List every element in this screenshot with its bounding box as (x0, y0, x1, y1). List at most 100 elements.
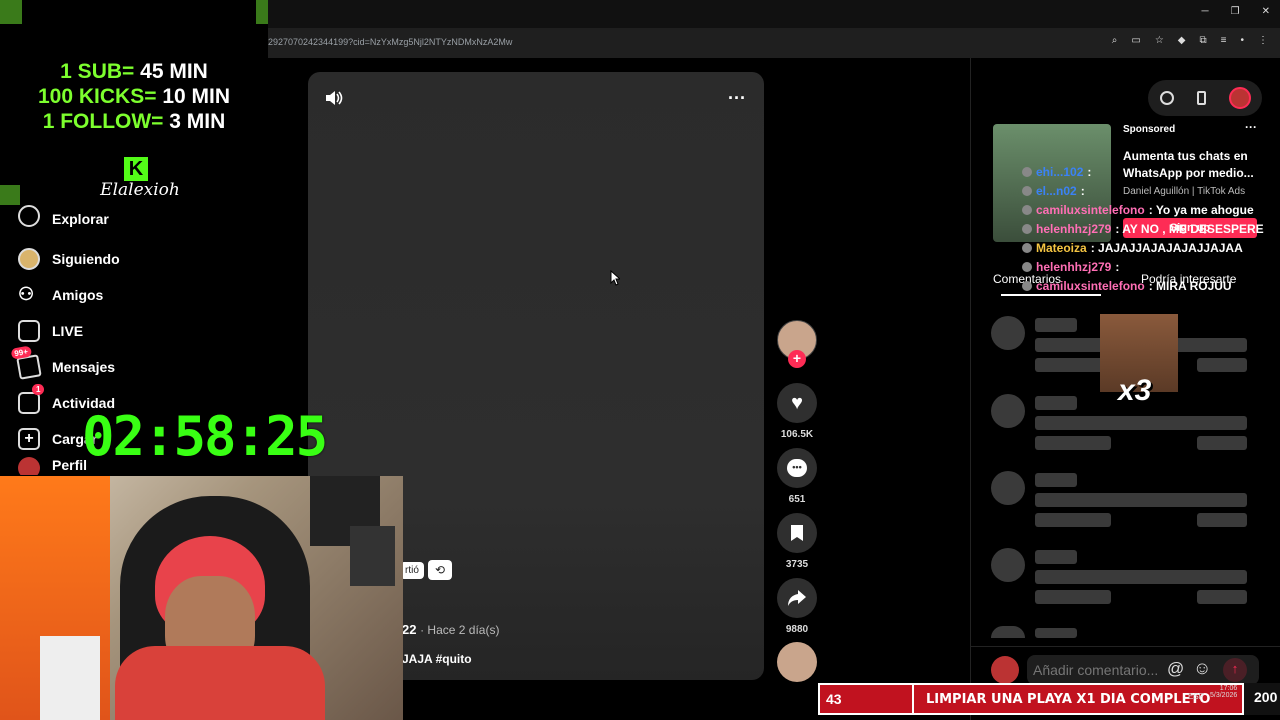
minimize-icon[interactable]: ─ (1202, 6, 1209, 17)
panel-toolbar (1148, 80, 1262, 116)
chat-user: camiluxsintelefono (1036, 279, 1145, 293)
profile-dot-icon[interactable]: • (1240, 35, 1244, 46)
like-count: 106.5K (780, 429, 814, 440)
skeleton-avatar (991, 316, 1025, 350)
sidebar-item-label: LIVE (52, 323, 84, 339)
chat-user: ehi...102 (1036, 165, 1084, 179)
compass-icon (18, 205, 40, 227)
restore-icon[interactable]: ❐ (1231, 6, 1240, 17)
user-avatar[interactable] (1228, 87, 1251, 109)
skeleton-avatar (991, 548, 1025, 582)
chat-line: helenhhzj279: (1022, 260, 1264, 274)
author-name[interactable]: 22 (402, 622, 416, 637)
chat-line: camiluxsintelefono: MIRA ROJUU (1022, 279, 1264, 293)
stream-goals-overlay: 1 SUB= 45 MIN 100 KICKS= 10 MIN 1 FOLLOW… (0, 0, 268, 205)
taskbar-time: 17:06 (1219, 685, 1238, 692)
messages-badge: 99+ (10, 345, 32, 360)
goal-line: 1 SUB= 45 MIN (0, 60, 268, 84)
chat-text: : JAJAJJAJAJAJAJJAJAA (1090, 241, 1243, 255)
emoji-icon[interactable]: ☺ (1193, 658, 1211, 679)
next-video-avatar[interactable] (777, 642, 817, 682)
skeleton-line (1197, 513, 1247, 527)
my-avatar (991, 656, 1019, 684)
skeleton-avatar (991, 626, 1025, 638)
stream-timer: 02:58:25 (82, 405, 328, 468)
sidebar-item-label: Siguiendo (52, 251, 120, 267)
corner-splash (0, 185, 20, 205)
message-icon: 99+ (10, 345, 42, 380)
skeleton-line (1035, 318, 1077, 332)
cast-icon[interactable]: ▭ (1131, 35, 1140, 46)
repost-icon[interactable]: ⟲ (428, 560, 452, 580)
comment-input[interactable] (1027, 655, 1167, 685)
mention-icon[interactable]: @ (1167, 659, 1184, 679)
avatar-icon (18, 248, 40, 270)
skeleton-line (1035, 590, 1111, 604)
ticker-left-number: 43 (826, 691, 842, 707)
sidebar-item-label: Amigos (52, 287, 104, 303)
save-button[interactable] (777, 513, 817, 553)
mouse-cursor (610, 269, 622, 286)
address-bar-icons: ⌕ ▭ ☆ ◆ ⧉ ≡ • ⋮ (1112, 35, 1268, 46)
skeleton-line (1035, 493, 1247, 507)
goal-label: 100 KICKS= (37, 85, 157, 108)
chat-line: ehi...102: (1022, 165, 1264, 179)
taskbar-lang[interactable]: ESP (1188, 692, 1204, 701)
comments-tab-underline (1001, 294, 1101, 296)
more-options-icon[interactable]: ··· (728, 88, 746, 109)
upload-icon: + (18, 428, 40, 450)
mobile-icon[interactable] (1196, 91, 1206, 105)
send-icon[interactable]: ↑ (1223, 658, 1247, 682)
goal-line: 100 KICKS= 10 MIN (0, 85, 268, 109)
share-count: 9880 (785, 624, 809, 635)
compass-icon[interactable] (1159, 91, 1174, 105)
time-ago: · Hace 2 día(s) (420, 623, 500, 637)
chat-user: Mateoiza (1036, 241, 1087, 255)
puzzle-icon[interactable]: ⧉ (1200, 35, 1207, 46)
sidebar-item-friends[interactable]: ⚇ Amigos (0, 277, 305, 313)
goal-label: 1 FOLLOW= (42, 110, 164, 133)
taskbar-clock[interactable]: 17:06 5/3/2026 (1210, 685, 1237, 699)
comment-bubble-icon: ••• (787, 459, 807, 477)
goal-line: 1 FOLLOW= 3 MIN (0, 110, 268, 134)
bookmark-icon (791, 525, 803, 541)
divider (971, 646, 1280, 647)
sidebar-item-label: Mensajes (52, 359, 116, 375)
red-shirt (115, 646, 325, 720)
skeleton-avatar (991, 394, 1025, 428)
figure-box (40, 636, 100, 720)
share-button[interactable] (777, 578, 817, 618)
skeleton-line (1035, 436, 1111, 450)
sidebar-item-following[interactable]: Siguiendo (0, 241, 305, 277)
chat-user: helenhhzj279 (1036, 260, 1112, 274)
extension-icon[interactable]: ◆ (1178, 35, 1186, 46)
like-button[interactable]: ♥ (777, 383, 817, 423)
poster (350, 526, 395, 586)
sidebar-item-explore[interactable]: Explorar (0, 205, 305, 227)
volume-icon[interactable] (324, 89, 344, 107)
sidebar-item-live[interactable]: LIVE (0, 313, 305, 349)
chat-text: : (1087, 165, 1092, 179)
comment-button[interactable]: ••• (777, 448, 817, 488)
comment-input-box[interactable]: @ ☺ ↑ (1027, 655, 1259, 685)
url-text: 2927070242344199?cid=NzYxMzg5Njl2NTYzNDM… (268, 37, 513, 47)
corner-splash (256, 0, 268, 24)
sidebar-item-messages[interactable]: 99+ Mensajes (0, 345, 305, 385)
skeleton-line (1197, 590, 1247, 604)
follow-plus-icon[interactable]: + (788, 350, 806, 368)
chat-user: helenhhzj279 (1036, 222, 1112, 236)
bookmark-star-icon[interactable]: ☆ (1155, 35, 1164, 46)
chat-user: el...n02 (1036, 184, 1077, 198)
media-icon[interactable]: ≡ (1221, 35, 1227, 46)
comment-count: 651 (788, 494, 806, 505)
menu-icon[interactable]: ⋮ (1258, 35, 1268, 46)
skeleton-line (1197, 436, 1247, 450)
zoom-icon[interactable]: ⌕ (1112, 35, 1118, 46)
ad-sponsored: Sponsored (1123, 124, 1176, 135)
activity-badge: 1 (32, 384, 45, 395)
heart-icon: ♥ (791, 391, 803, 414)
goal-value: 3 MIN (169, 110, 226, 133)
ad-more-icon[interactable]: ··· (1245, 120, 1257, 134)
taskbar: 43 LIMPIAR UNA PLAYA X1 DIA COMPLETO ESP… (818, 683, 1280, 715)
close-icon[interactable]: ✕ (1262, 6, 1270, 17)
